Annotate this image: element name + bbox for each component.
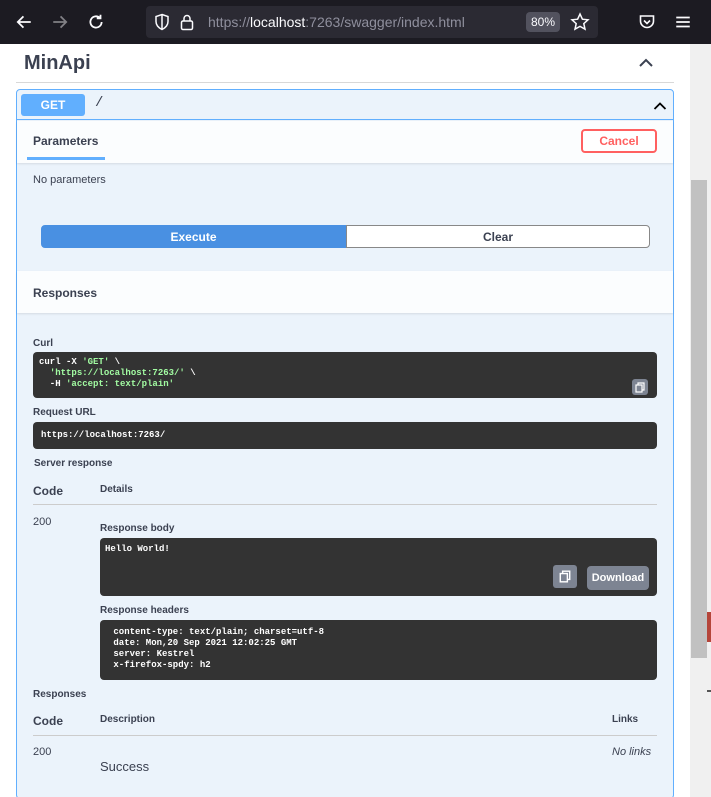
bookmark-star-icon[interactable] — [570, 12, 590, 37]
operation-summary[interactable]: GET / — [17, 90, 673, 120]
chevron-up-icon[interactable] — [653, 98, 667, 116]
method-badge: GET — [21, 94, 85, 116]
request-url-block[interactable]: https://localhost:7263/ — [33, 422, 657, 449]
server-response-label: Server response — [34, 458, 113, 469]
operation-block: GET / Parameters Cancel No parameters Ex… — [16, 89, 674, 797]
code-header: Code — [33, 484, 63, 498]
section-divider — [16, 82, 674, 83]
operation-path: / — [95, 95, 104, 111]
code-header: Code — [33, 714, 63, 728]
url-text[interactable]: https://localhost:7263/swagger/index.htm… — [208, 14, 465, 30]
response-code: 200 — [33, 516, 52, 528]
clear-button[interactable]: Clear — [346, 225, 650, 248]
response-body-label: Response body — [100, 523, 175, 534]
response-headers-block[interactable]: content-type: text/plain; charset=utf-8 … — [100, 620, 657, 680]
background-window-edge — [707, 612, 711, 642]
reload-icon[interactable] — [82, 8, 110, 36]
execute-button-group: Execute Clear — [41, 225, 650, 248]
cancel-button[interactable]: Cancel — [581, 129, 657, 153]
details-header: Details — [100, 484, 133, 495]
links-header: Links — [612, 714, 639, 725]
header-line: content-type: text/plain; charset=utf-8 — [108, 627, 330, 637]
description-header: Description — [100, 714, 156, 725]
parameters-header: Parameters Cancel — [17, 121, 673, 163]
shield-icon[interactable] — [154, 13, 170, 36]
row-links: No links — [612, 746, 652, 758]
menu-icon[interactable] — [669, 8, 697, 36]
forward-icon[interactable] — [46, 8, 74, 36]
copy-icon[interactable] — [553, 565, 577, 588]
chevron-up-icon[interactable] — [638, 56, 654, 74]
background-window-line — [707, 690, 711, 692]
responses-header: Responses — [17, 271, 673, 313]
no-parameters-text: No parameters — [33, 174, 106, 186]
lock-icon[interactable] — [180, 13, 194, 36]
pocket-icon[interactable] — [633, 8, 661, 36]
header-line: x-firefox-spdy: h2 — [108, 660, 217, 670]
section-title[interactable]: MinApi — [24, 52, 91, 75]
scrollbar-thumb[interactable] — [691, 180, 707, 658]
download-button[interactable]: Download — [587, 566, 649, 590]
table-divider — [33, 504, 657, 505]
curl-label: Curl — [33, 338, 53, 349]
swagger-page: MinApi GET / Parameters Cancel No parame… — [0, 44, 690, 797]
tab-parameters[interactable]: Parameters — [33, 134, 98, 148]
tab-underline — [27, 157, 105, 160]
row-description: Success — [100, 759, 150, 774]
response-headers-label: Response headers — [100, 605, 189, 616]
responses-table-title: Responses — [33, 689, 87, 700]
table-divider — [33, 735, 657, 736]
execute-button[interactable]: Execute — [41, 225, 346, 248]
header-line: server: Kestrel — [108, 649, 200, 659]
curl-block[interactable]: curl -X 'GET' \ 'https://localhost:7263/… — [33, 352, 657, 398]
header-line: date: Mon,20 Sep 2021 12:02:25 GMT — [108, 638, 303, 648]
url-bar[interactable]: https://localhost:7263/swagger/index.htm… — [146, 6, 598, 38]
row-code: 200 — [33, 746, 52, 758]
responses-title: Responses — [33, 286, 98, 300]
back-icon[interactable] — [10, 8, 38, 36]
request-url-label: Request URL — [33, 407, 96, 418]
copy-icon[interactable] — [632, 379, 648, 395]
zoom-badge[interactable]: 80% — [526, 12, 560, 32]
response-body-block[interactable]: Hello World! — [100, 538, 657, 596]
browser-toolbar: https://localhost:7263/swagger/index.htm… — [0, 0, 711, 44]
